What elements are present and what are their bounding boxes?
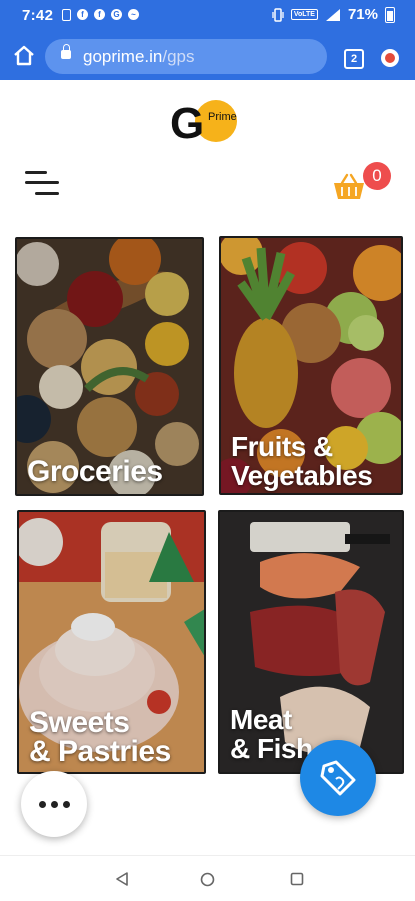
back-icon[interactable] — [115, 872, 129, 886]
home-nav-icon[interactable] — [200, 872, 215, 887]
tag-icon — [320, 760, 356, 796]
offers-button[interactable] — [300, 740, 376, 816]
messenger-icon: ~ — [128, 9, 139, 20]
sim-icon — [62, 9, 71, 21]
browser-menu-button[interactable] — [381, 49, 399, 67]
signal-icon — [325, 8, 340, 21]
facebook-icon: f — [94, 9, 105, 20]
status-bar: 7:42 f f G ~ VoLTE 71% — [0, 0, 415, 32]
status-time: 7:42 — [22, 7, 54, 24]
system-nav-bar — [0, 855, 415, 901]
notification-icons: f f G ~ — [62, 9, 139, 21]
svg-text:Prime: Prime — [208, 111, 237, 123]
category-tile-groceries[interactable]: Groceries — [15, 237, 204, 496]
facebook-icon: f — [77, 9, 88, 20]
recents-icon[interactable] — [290, 872, 304, 886]
url-text[interactable]: goprime.in/gps — [83, 47, 195, 67]
category-label-sweets-pastries: Sweets & Pastries — [29, 706, 171, 768]
url-domain: goprime.in — [83, 47, 163, 66]
svg-text:G: G — [170, 99, 204, 144]
status-right: VoLTE 71% — [272, 6, 395, 23]
url-path: /gps — [162, 47, 195, 66]
cart-icon[interactable] — [332, 172, 366, 202]
menu-icon[interactable] — [25, 168, 61, 198]
volte-badge: VoLTE — [290, 9, 318, 20]
category-tile-meat-fish[interactable]: Meat & Fish — [218, 510, 404, 774]
more-options-button[interactable] — [21, 771, 87, 837]
battery-icon — [385, 6, 395, 23]
category-label-fruits-vegetables: Fruits & Vegetables — [231, 431, 373, 491]
vibrate-icon — [272, 7, 284, 22]
home-icon[interactable] — [12, 44, 36, 68]
category-label-groceries: Groceries — [27, 455, 163, 488]
tab-switcher-button[interactable]: 2 — [344, 49, 364, 69]
google-icon: G — [111, 9, 122, 20]
category-tile-fruits-vegetables[interactable]: Fruits & Vegetables — [219, 236, 403, 495]
browser-toolbar: goprime.in/gps 2 — [0, 34, 415, 80]
lock-icon — [61, 44, 71, 59]
battery-percent: 71% — [347, 6, 378, 23]
category-tile-sweets-pastries[interactable]: Sweets & Pastries — [17, 510, 206, 774]
goprime-logo[interactable]: G Prime — [166, 98, 252, 144]
cart-count-badge: 0 — [363, 162, 391, 190]
address-bar[interactable]: goprime.in/gps — [45, 39, 327, 74]
